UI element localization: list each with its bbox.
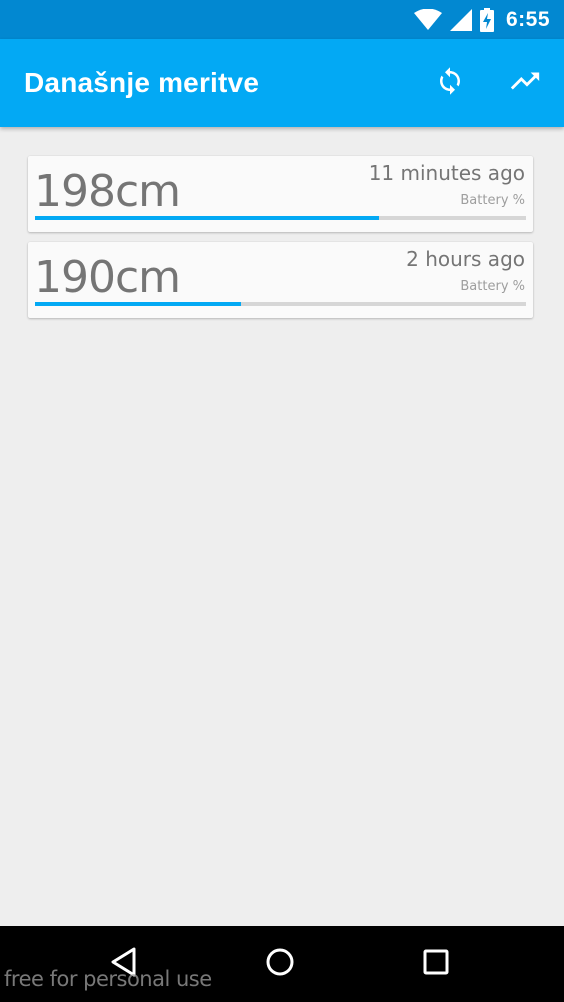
home-circle-icon bbox=[265, 947, 295, 982]
measurement-card[interactable]: 190cm 2 hours ago Battery % bbox=[28, 242, 533, 318]
wifi-icon bbox=[413, 8, 442, 31]
status-icons: 6:55 bbox=[413, 0, 550, 39]
recents-square-icon bbox=[422, 948, 450, 981]
refresh-icon bbox=[435, 66, 465, 101]
battery-label: Battery % bbox=[460, 193, 525, 208]
app-bar: Današnje meritve bbox=[0, 39, 564, 127]
measurement-value: 198cm bbox=[34, 166, 181, 217]
battery-progress-bar bbox=[35, 302, 526, 306]
battery-progress-fill bbox=[35, 302, 242, 306]
home-button[interactable] bbox=[258, 942, 302, 986]
battery-progress-bar bbox=[35, 216, 526, 220]
measurement-time: 2 hours ago bbox=[406, 247, 525, 271]
battery-charging-icon bbox=[479, 7, 494, 32]
watermark-text: free for personal use bbox=[4, 967, 212, 991]
status-bar: 6:55 bbox=[0, 0, 564, 39]
refresh-button[interactable] bbox=[428, 61, 472, 105]
battery-label: Battery % bbox=[460, 279, 525, 294]
measurement-card[interactable]: 198cm 11 minutes ago Battery % bbox=[28, 156, 533, 232]
signal-icon bbox=[449, 8, 472, 31]
measurement-time: 11 minutes ago bbox=[368, 161, 525, 185]
app-screen: 6:55 Današnje meritve 198cm 11 minutes a… bbox=[0, 0, 564, 1002]
measurement-value: 190cm bbox=[34, 252, 181, 303]
trend-button[interactable] bbox=[503, 61, 547, 105]
battery-progress-fill bbox=[35, 216, 379, 220]
trending-up-icon bbox=[508, 64, 542, 103]
recents-button[interactable] bbox=[414, 942, 458, 986]
measurement-list: 198cm 11 minutes ago Battery % 190cm 2 h… bbox=[0, 127, 564, 926]
page-title: Današnje meritve bbox=[24, 67, 260, 98]
status-time: 6:55 bbox=[505, 7, 550, 31]
